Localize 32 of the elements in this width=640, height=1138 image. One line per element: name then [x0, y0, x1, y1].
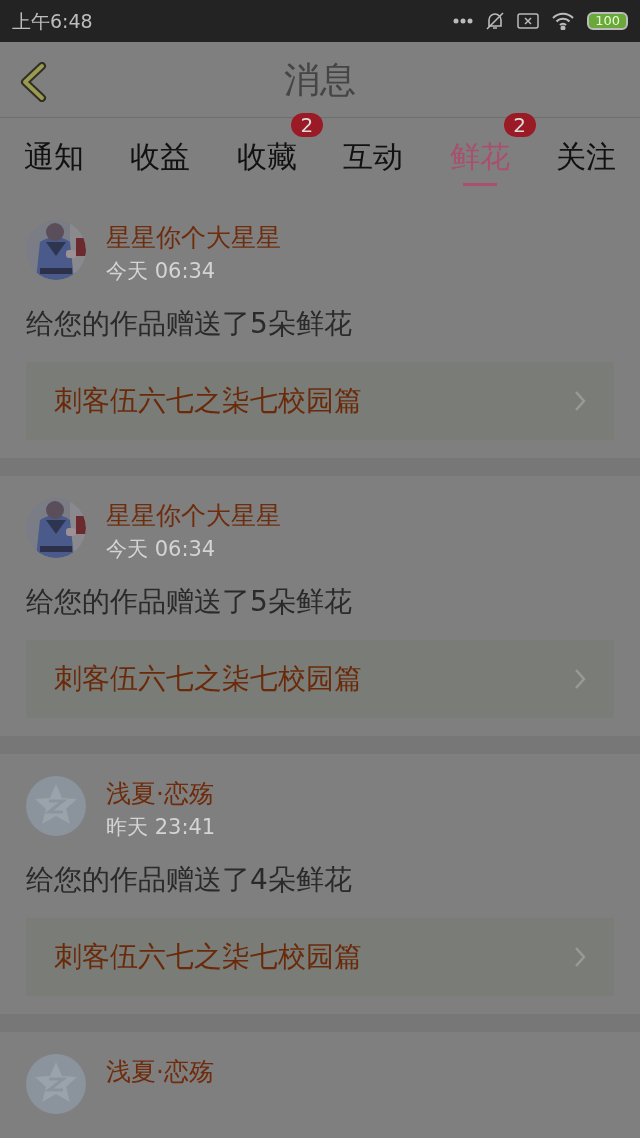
bell-muted-icon	[485, 11, 506, 31]
message-time: 今天 06:34	[106, 536, 217, 563]
work-link[interactable]: 刺客伍六七之柒七校园篇	[26, 640, 614, 718]
work-link[interactable]: 刺客伍六七之柒七校园篇	[26, 362, 614, 440]
message-time: 今天 06:34	[106, 258, 217, 285]
star-avatar-icon	[26, 776, 86, 836]
count-badge: 2	[503, 112, 536, 137]
wifi-icon	[551, 12, 576, 30]
status-time: 上午6:48	[12, 8, 93, 34]
chevron-right-icon	[574, 668, 586, 690]
message-text: 给您的作品赠送了5朵鲜花	[26, 306, 353, 342]
tab[interactable]: 互动	[343, 128, 404, 186]
tab[interactable]: 关注	[555, 128, 616, 186]
tab[interactable]: 通知	[24, 128, 84, 186]
back-icon[interactable]	[18, 62, 48, 102]
more-dots-icon	[453, 18, 474, 24]
sender-name[interactable]: 星星你个大星星	[106, 498, 281, 534]
message-time: 昨天 23:41	[106, 814, 216, 841]
sender-name[interactable]: 星星你个大星星	[106, 220, 281, 256]
sim-off-icon	[517, 13, 540, 29]
star-avatar-icon	[26, 1054, 86, 1114]
sender-name[interactable]: 浅夏·恋殇	[106, 1054, 214, 1090]
sender-name[interactable]: 浅夏·恋殇	[106, 776, 216, 812]
tab[interactable]: 收益	[130, 128, 191, 186]
battery-icon: 100	[587, 12, 628, 30]
message-text: 给您的作品赠送了4朵鲜花	[26, 862, 353, 898]
count-badge: 2	[290, 112, 323, 137]
chevron-right-icon	[574, 390, 586, 412]
work-link[interactable]: 刺客伍六七之柒七校园篇	[26, 918, 614, 996]
message-text: 给您的作品赠送了5朵鲜花	[26, 584, 353, 620]
page-title: 消息	[284, 57, 356, 102]
chevron-right-icon	[574, 946, 586, 968]
